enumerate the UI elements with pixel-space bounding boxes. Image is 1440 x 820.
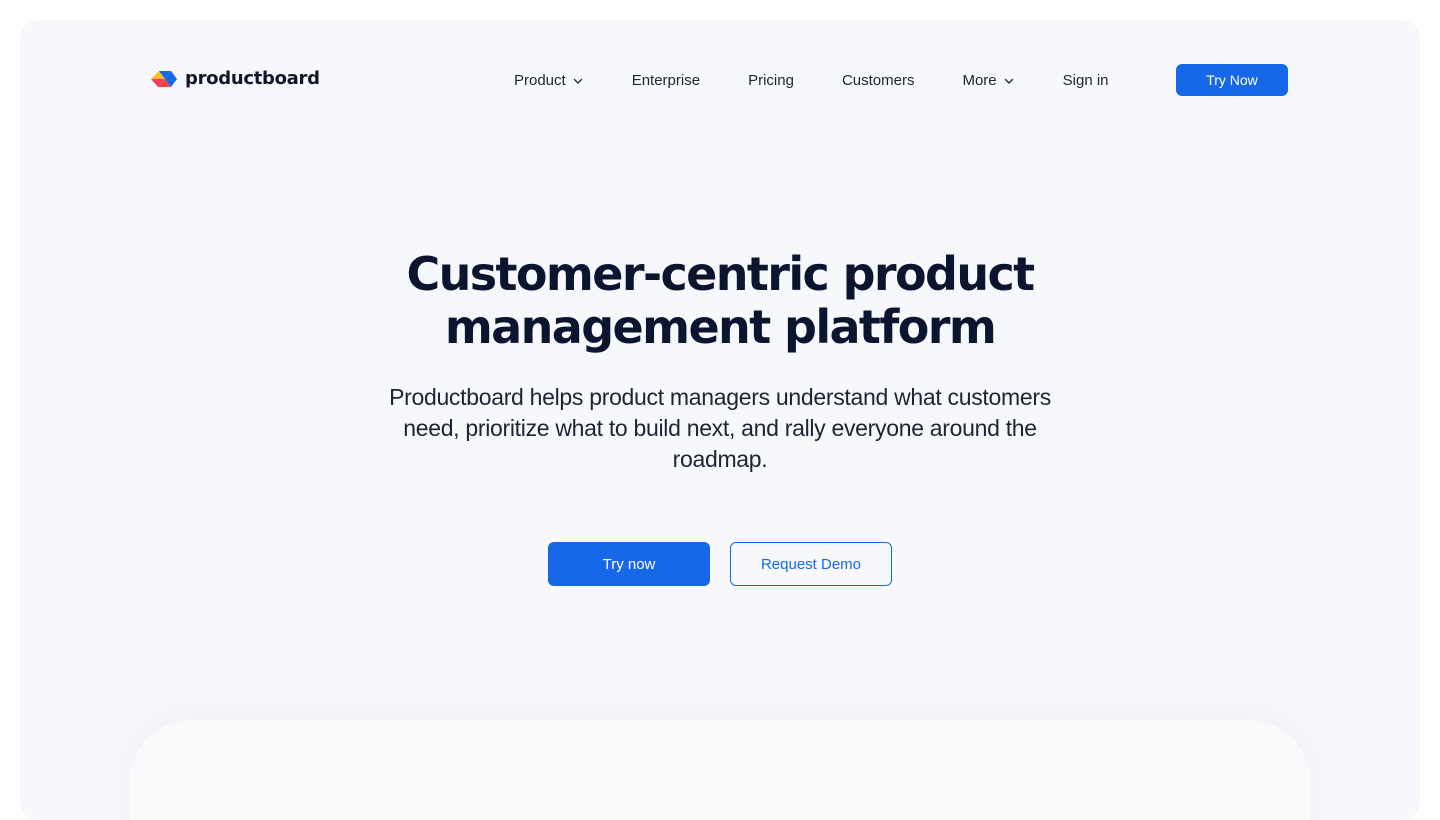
hero-subtitle-line: need, prioritize what to build next, and… — [403, 415, 1037, 441]
hero-image-placeholder — [130, 720, 1310, 820]
nav-item-more[interactable]: More — [962, 72, 1014, 89]
try-now-button[interactable]: Try now — [548, 542, 710, 586]
hero-subtitle-line: roadmap. — [672, 446, 768, 472]
nav-item-enterprise[interactable]: Enterprise — [632, 72, 700, 89]
top-navigation: productboard Product Enterprise Pricing … — [20, 20, 1420, 140]
nav-item-product[interactable]: Product — [514, 72, 584, 89]
brand-logo[interactable]: productboard — [151, 68, 320, 89]
nav-links: Product Enterprise Pricing Customers Mor… — [490, 64, 1109, 96]
hero-title-line: Customer-centric product — [406, 247, 1035, 301]
brand-name: productboard — [185, 68, 320, 89]
chevron-down-icon — [1004, 78, 1013, 84]
nav-item-sign-in[interactable]: Sign in — [1063, 72, 1109, 89]
nav-item-label: Pricing — [748, 71, 794, 89]
nav-item-label: More — [962, 71, 997, 89]
hero-title-line: management platform — [444, 300, 997, 354]
nav-item-label: Sign in — [1062, 71, 1109, 89]
hero-subtitle-line: Productboard helps product managers unde… — [389, 384, 1051, 410]
nav-item-customers[interactable]: Customers — [842, 72, 915, 89]
chevron-down-icon — [573, 78, 582, 84]
nav-item-pricing[interactable]: Pricing — [748, 72, 794, 89]
try-now-nav-button[interactable]: Try Now — [1176, 64, 1288, 96]
request-demo-button[interactable]: Request Demo — [730, 542, 892, 586]
nav-item-label: Enterprise — [631, 71, 701, 89]
page-card: productboard Product Enterprise Pricing … — [20, 20, 1420, 820]
hero-subtitle: Productboard helps product managers unde… — [365, 382, 1075, 475]
nav-item-label: Customers — [841, 71, 915, 89]
nav-item-label: Product — [514, 71, 566, 89]
hero-title: Customer-centric product management plat… — [20, 248, 1420, 354]
productboard-logo-icon — [151, 70, 177, 87]
